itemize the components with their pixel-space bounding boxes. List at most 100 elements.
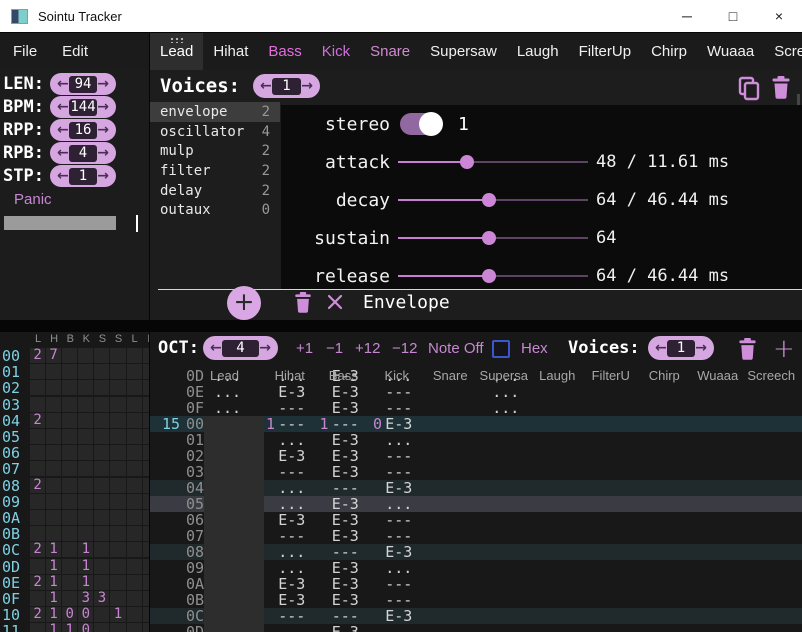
order-cell[interactable] [94, 607, 109, 622]
octave-stepper[interactable]: ←4→ [203, 336, 278, 360]
order-cell[interactable] [78, 510, 93, 525]
order-cell[interactable] [143, 348, 149, 363]
order-cell[interactable] [143, 397, 149, 412]
order-cell[interactable] [127, 526, 142, 541]
order-cell[interactable] [94, 364, 109, 379]
order-cell[interactable]: 1 [46, 591, 61, 606]
order-cell[interactable]: 1 [46, 575, 61, 590]
menu-file[interactable]: File [13, 43, 37, 60]
right-arrow-icon[interactable]: → [259, 341, 271, 355]
note-cell[interactable]: E-3 [372, 480, 426, 496]
left-arrow-icon[interactable]: ← [57, 123, 69, 137]
order-cell[interactable] [46, 526, 61, 541]
order-cell[interactable] [127, 380, 142, 395]
note-cell[interactable]: ... [372, 560, 426, 576]
order-cell[interactable] [46, 380, 61, 395]
order-cell[interactable] [110, 510, 125, 525]
order-cell[interactable] [127, 413, 142, 428]
order-cell[interactable] [143, 380, 149, 395]
order-cell[interactable] [94, 461, 109, 476]
order-cell[interactable] [78, 478, 93, 493]
note-cell[interactable]: ... [372, 432, 426, 448]
order-cell[interactable] [127, 397, 142, 412]
note-cell[interactable]: ... [265, 432, 319, 448]
order-cell[interactable] [62, 542, 77, 557]
note-cell[interactable]: --- [372, 528, 426, 544]
order-cell[interactable]: 2 [30, 542, 45, 557]
left-arrow-icon[interactable]: ← [57, 169, 69, 183]
order-cell[interactable] [30, 559, 45, 574]
transpose-up-12-button[interactable]: +12 [355, 340, 380, 357]
note-cell[interactable]: E-3 [265, 592, 319, 608]
order-cell[interactable] [62, 413, 77, 428]
order-cell[interactable] [110, 591, 125, 606]
order-cell[interactable]: 7 [46, 348, 61, 363]
note-cell[interactable]: E-3 [319, 384, 373, 400]
tab-wuaaa[interactable]: Wuaaa [697, 33, 764, 70]
order-cell[interactable] [127, 429, 142, 444]
order-cell[interactable]: 1 [78, 542, 93, 557]
note-cell[interactable]: --- [265, 528, 319, 544]
order-cell[interactable] [127, 478, 142, 493]
order-cell[interactable]: 1 [78, 575, 93, 590]
note-cell[interactable]: --- [319, 544, 373, 560]
note-cell[interactable]: E-3 [319, 368, 373, 384]
left-arrow-icon[interactable]: ← [57, 77, 69, 91]
order-cell[interactable] [94, 413, 109, 428]
note-cell[interactable]: ... [206, 384, 265, 400]
order-cell[interactable] [94, 380, 109, 395]
note-cell[interactable]: ... [479, 368, 533, 384]
order-cell[interactable] [78, 348, 93, 363]
delete-track-button[interactable] [737, 337, 758, 365]
panic-button[interactable]: Panic [14, 191, 52, 208]
note-cell[interactable]: --- [372, 592, 426, 608]
note-cell[interactable]: ... [479, 384, 533, 400]
note-cell[interactable]: E-3 [372, 608, 426, 624]
note-cell[interactable]: E-3 [319, 496, 373, 512]
unit-item-oscillator[interactable]: oscillator4 [150, 122, 280, 142]
order-cell[interactable]: 1 [46, 623, 61, 632]
left-arrow-icon[interactable]: ← [57, 100, 69, 114]
note-cell[interactable]: --- [372, 384, 426, 400]
note-cell[interactable]: E-3 [319, 592, 373, 608]
order-cell[interactable]: 3 [78, 591, 93, 606]
order-cell[interactable] [94, 510, 109, 525]
order-cell[interactable] [143, 478, 149, 493]
note-cell[interactable]: E-3 [319, 528, 373, 544]
note-cell[interactable]: --- [265, 608, 319, 624]
note-cell[interactable]: 1--- [319, 416, 373, 432]
note-cell[interactable]: --- [319, 608, 373, 624]
order-cell[interactable] [46, 461, 61, 476]
note-cell[interactable]: E-3 [319, 512, 373, 528]
tab-hihat[interactable]: Hihat [203, 33, 258, 70]
note-cell[interactable]: --- [372, 512, 426, 528]
menu-edit[interactable]: Edit [62, 43, 88, 60]
slider-knob[interactable] [482, 193, 496, 207]
right-arrow-icon[interactable]: → [97, 146, 109, 160]
unit-item-mulp[interactable]: mulp2 [150, 141, 280, 161]
order-cell[interactable] [127, 559, 142, 574]
order-cell[interactable] [143, 510, 149, 525]
note-cell[interactable]: ... [372, 496, 426, 512]
order-cell[interactable] [127, 575, 142, 590]
delete-unit-button[interactable] [293, 291, 313, 318]
order-cell[interactable] [46, 413, 61, 428]
note-cell[interactable]: E-3 [265, 512, 319, 528]
unit-item-outaux[interactable]: outaux0 [150, 200, 280, 220]
order-cell[interactable] [127, 607, 142, 622]
lead-track-empty-block[interactable] [204, 416, 264, 632]
slider-knob[interactable] [482, 269, 496, 283]
order-cell[interactable]: 2 [30, 607, 45, 622]
order-cell[interactable] [46, 478, 61, 493]
order-cell[interactable] [78, 429, 93, 444]
order-cell[interactable] [143, 526, 149, 541]
order-cell[interactable] [30, 380, 45, 395]
order-cell[interactable] [143, 542, 149, 557]
note-cell[interactable]: ... [265, 480, 319, 496]
order-cell[interactable]: 3 [94, 591, 109, 606]
pattern-row-0D[interactable]: 0D......E-3...... [150, 368, 802, 384]
rpp-stepper[interactable]: ←16→ [50, 119, 116, 141]
note-cell[interactable]: E-3 [265, 576, 319, 592]
delete-instrument-button[interactable] [770, 75, 792, 104]
order-cell[interactable] [30, 526, 45, 541]
